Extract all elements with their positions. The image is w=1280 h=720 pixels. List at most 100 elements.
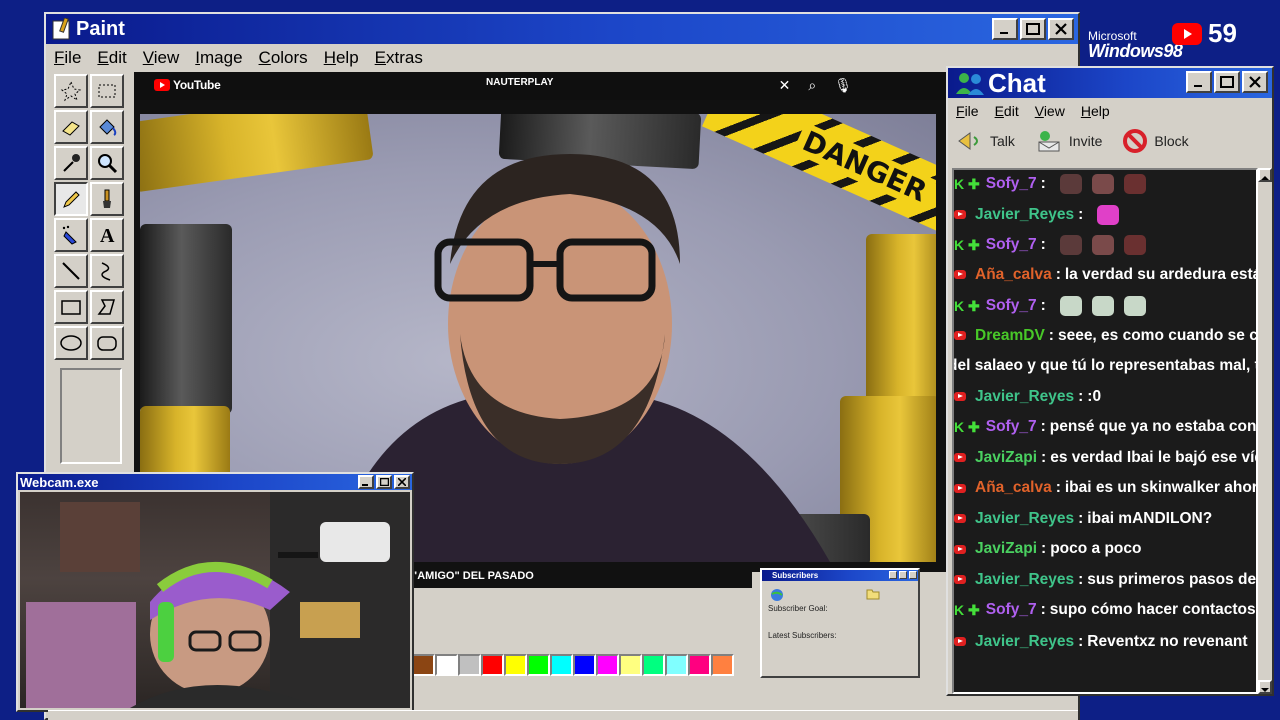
- scroll-down-button[interactable]: [1258, 680, 1272, 694]
- tool-brush[interactable]: [90, 182, 124, 216]
- tool-options-panel[interactable]: [60, 368, 122, 464]
- tool-eraser[interactable]: [54, 110, 88, 144]
- chat-username[interactable]: DreamDV: [975, 327, 1045, 345]
- color-swatch[interactable]: [642, 654, 665, 676]
- chat-text: :0: [1087, 387, 1102, 405]
- close-button[interactable]: [1242, 71, 1268, 93]
- chat-username[interactable]: Aña_calva: [975, 266, 1052, 284]
- chat-title: Chat: [988, 67, 1046, 98]
- tool-airbrush[interactable]: [54, 218, 88, 252]
- color-swatch[interactable]: [481, 654, 504, 676]
- menu-file[interactable]: File: [46, 48, 89, 68]
- chat-username[interactable]: Aña_calva: [975, 479, 1052, 497]
- minimize-button[interactable]: [358, 475, 374, 489]
- youtube-viewer-count: 59: [1172, 18, 1237, 49]
- close-button[interactable]: [1048, 18, 1074, 40]
- tool-fill[interactable]: [90, 110, 124, 144]
- chat-titlebar[interactable]: Chat: [948, 68, 1272, 98]
- color-swatch[interactable]: [412, 654, 435, 676]
- subscribers-titlebar[interactable]: Subscribers: [762, 570, 918, 581]
- maximize-button[interactable]: [1214, 71, 1240, 93]
- chat-username[interactable]: Javier_Reyes: [975, 510, 1074, 528]
- chat-username[interactable]: Sofy_7: [986, 236, 1037, 254]
- scroll-up-button[interactable]: [1258, 168, 1272, 182]
- chat-username[interactable]: Javier_Reyes: [975, 571, 1074, 589]
- menu-view[interactable]: View: [135, 48, 188, 68]
- webcam-titlebar[interactable]: Webcam.exe: [18, 474, 412, 490]
- maximize-button[interactable]: [376, 475, 392, 489]
- color-swatch[interactable]: [665, 654, 688, 676]
- subscribers-widget: Subscribers Subscriber Goal: Latest Subs…: [760, 568, 920, 678]
- chat-username[interactable]: JaviZapi: [975, 540, 1037, 558]
- paint-statusbar: [48, 710, 1078, 720]
- paint-titlebar[interactable]: Paint: [46, 14, 1078, 44]
- color-swatch[interactable]: [435, 654, 458, 676]
- invite-button[interactable]: Invite: [1035, 128, 1102, 154]
- chat-scrollbar[interactable]: [1258, 168, 1272, 694]
- talk-button[interactable]: Talk: [956, 128, 1015, 154]
- menu-colors[interactable]: Colors: [251, 48, 316, 68]
- search-icon[interactable]: ⌕: [808, 77, 816, 94]
- chat-separator: :: [1078, 205, 1084, 223]
- maximize-icon: [1220, 76, 1234, 88]
- youtube-logo[interactable]: YouTube: [154, 78, 221, 92]
- menu-image[interactable]: Image: [187, 48, 250, 68]
- webcam-window: Webcam.exe: [16, 472, 414, 712]
- chat-menu-file[interactable]: File: [948, 103, 987, 119]
- tool-free-select[interactable]: [54, 74, 88, 108]
- tool-polygon[interactable]: [90, 290, 124, 324]
- close-button[interactable]: [394, 475, 410, 489]
- youtube-search-field[interactable]: NAUTERPLAY: [486, 77, 553, 88]
- chat-menu-edit[interactable]: Edit: [987, 103, 1027, 119]
- chat-username[interactable]: Javier_Reyes: [975, 388, 1074, 406]
- color-swatch[interactable]: [619, 654, 642, 676]
- tool-rectangle[interactable]: [54, 290, 88, 324]
- kick-badge-icon: K ✚: [954, 601, 980, 618]
- chat-username[interactable]: Sofy_7: [986, 418, 1037, 436]
- chat-menu-help[interactable]: Help: [1073, 103, 1118, 119]
- tool-pencil[interactable]: [54, 182, 88, 216]
- color-swatch[interactable]: [573, 654, 596, 676]
- microphone-icon[interactable]: 🎙: [834, 77, 852, 94]
- chat-messages[interactable]: K ✚ Sofy_7: Javier_Reyes: K ✚ Sofy_7: Aña_cal…: [952, 168, 1258, 694]
- color-swatch[interactable]: [688, 654, 711, 676]
- color-swatch[interactable]: [550, 654, 573, 676]
- close-search-icon[interactable]: ✕: [779, 77, 791, 94]
- tool-text[interactable]: A: [90, 218, 124, 252]
- tool-magnifier[interactable]: [90, 146, 124, 180]
- color-swatch[interactable]: [596, 654, 619, 676]
- chat-username[interactable]: Javier_Reyes: [975, 206, 1074, 224]
- color-swatch[interactable]: [711, 654, 734, 676]
- chat-username[interactable]: Sofy_7: [986, 175, 1037, 193]
- webcam-feed: [20, 492, 410, 708]
- tool-rect-select[interactable]: [90, 74, 124, 108]
- tool-rounded-rect[interactable]: [90, 326, 124, 360]
- minimize-icon: [1194, 85, 1202, 87]
- minimize-button[interactable]: [889, 571, 897, 579]
- chat-username[interactable]: Javier_Reyes: [975, 633, 1074, 651]
- tool-ellipse[interactable]: [54, 326, 88, 360]
- maximize-button[interactable]: [1020, 18, 1046, 40]
- chat-menu-view[interactable]: View: [1027, 103, 1073, 119]
- close-button[interactable]: [909, 571, 917, 579]
- menu-help[interactable]: Help: [316, 48, 367, 68]
- menu-extras[interactable]: Extras: [367, 48, 431, 68]
- tool-curve[interactable]: [90, 254, 124, 288]
- tool-line[interactable]: [54, 254, 88, 288]
- maximize-button[interactable]: [899, 571, 907, 579]
- color-swatch[interactable]: [458, 654, 481, 676]
- block-button[interactable]: Block: [1122, 128, 1189, 154]
- chat-username[interactable]: JaviZapi: [975, 449, 1037, 467]
- tool-color-picker[interactable]: [54, 146, 88, 180]
- minimize-button[interactable]: [1186, 71, 1212, 93]
- chat-text: pensé que ya no estaba con esa: [1049, 418, 1257, 435]
- color-swatch[interactable]: [504, 654, 527, 676]
- menu-edit[interactable]: Edit: [89, 48, 134, 68]
- color-swatch[interactable]: [527, 654, 550, 676]
- minimize-button[interactable]: [992, 18, 1018, 40]
- chat-username[interactable]: Sofy_7: [986, 601, 1037, 619]
- chat-username[interactable]: Sofy_7: [986, 297, 1037, 315]
- chat-text: la verdad su ardedura está just: [1064, 265, 1256, 283]
- polygon-icon: [97, 299, 115, 315]
- arrow-down-icon: [1261, 688, 1269, 692]
